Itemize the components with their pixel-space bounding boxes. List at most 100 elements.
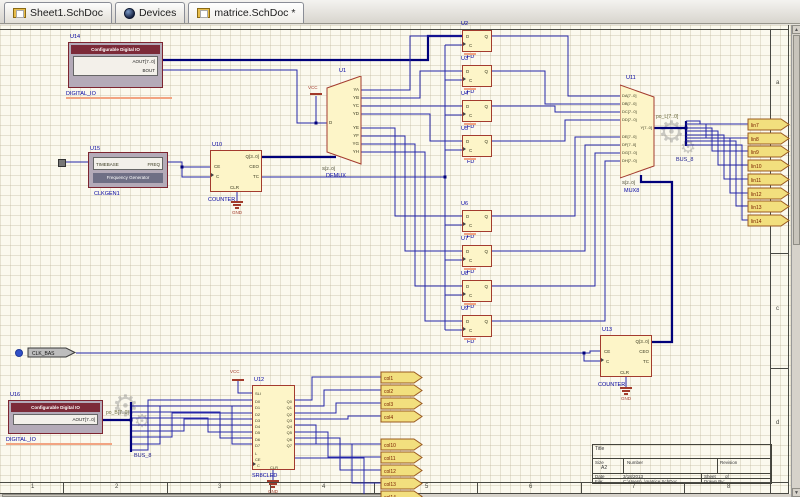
component-body[interactable]: DQC xyxy=(462,30,492,52)
component-digital-io-top[interactable]: U14 Configurable Digital IO AOUT[7..0] B… xyxy=(66,34,178,100)
pin-label: Q xyxy=(484,139,488,144)
port-col11[interactable]: col11 xyxy=(381,452,425,463)
component-body[interactable]: SLI D0 D1 D2 D3 D4 D5 D6 D7 L CE C Q0 Q1… xyxy=(252,385,295,470)
port-col13[interactable]: col13 xyxy=(381,478,425,489)
no-erc-marker[interactable] xyxy=(15,349,23,357)
bus-wire[interactable] xyxy=(163,36,462,60)
component-flipflop[interactable]: U5DQCFD xyxy=(462,126,502,164)
pin-label: Q3 xyxy=(287,418,292,423)
port-clk-bas[interactable]: CLK_BAS xyxy=(28,348,76,357)
pin-label: D4 xyxy=(255,424,260,429)
net-label-mux-out[interactable]: po_L[7..0] xyxy=(656,114,678,120)
pin-label: Q5 xyxy=(287,430,292,435)
component-frequency-generator[interactable]: U15 TIMEBASE FREQ Frequency Generator CL… xyxy=(86,146,186,198)
net-wire[interactable] xyxy=(492,153,620,286)
vcc-power-port[interactable]: VCC xyxy=(230,369,246,381)
net-wire[interactable] xyxy=(492,137,620,216)
component-flipflop[interactable]: U7DQCFD xyxy=(462,236,502,274)
component-body[interactable]: TIMEBASE FREQ Frequency Generator xyxy=(88,152,168,188)
pin-label: Q xyxy=(484,214,488,219)
component-digital-io-bottom[interactable]: U16 Configurable Digital IO AOUT[7..0] D… xyxy=(6,392,118,454)
net-wire[interactable] xyxy=(492,145,620,251)
component-body[interactable]: DQC xyxy=(462,210,492,232)
net-wire[interactable] xyxy=(182,167,210,177)
designator: U1 xyxy=(339,68,346,74)
port-lin7[interactable]: lin7 xyxy=(748,119,792,130)
net-wire[interactable] xyxy=(163,70,327,123)
port-col3[interactable]: col3 xyxy=(381,398,425,409)
designator: U13 xyxy=(602,327,612,333)
port-lin13[interactable]: lin13 xyxy=(748,201,792,212)
pin-label: Q6 xyxy=(287,437,292,442)
component-flipflop[interactable]: U2DQCFD xyxy=(462,21,502,59)
port-col4[interactable]: col4 xyxy=(381,411,425,422)
component-flipflop[interactable]: U8DQCFD xyxy=(462,271,502,309)
component-body[interactable]: DQC xyxy=(462,135,492,157)
port-label: lin12 xyxy=(751,192,762,198)
port-col12[interactable]: col12 xyxy=(381,465,425,476)
net-wire[interactable] xyxy=(492,71,620,104)
port-label: col4 xyxy=(384,415,393,421)
vertical-scrollbar[interactable]: ▲ ▼ xyxy=(791,25,800,497)
net-wire[interactable] xyxy=(76,351,600,353)
component-flipflop[interactable]: U6DQCFD xyxy=(462,201,502,239)
clock-pin-marker xyxy=(463,292,466,296)
net-wire[interactable] xyxy=(686,145,748,220)
bus-label[interactable]: BUS_8 xyxy=(134,453,151,459)
vcc-power-port[interactable]: VCC xyxy=(308,85,324,97)
scroll-down-button[interactable]: ▼ xyxy=(792,488,800,497)
wire-stub-terminal[interactable] xyxy=(58,159,66,167)
designator: U5 xyxy=(461,126,468,132)
port-col1[interactable]: col1 xyxy=(381,372,425,383)
component-flipflop[interactable]: U9DQCFD xyxy=(462,306,502,344)
vertical-scrollbar-thumb[interactable] xyxy=(793,35,800,245)
component-body[interactable]: CE C Q[3..0] CEO TC CLR xyxy=(600,335,652,377)
component-body[interactable]: Configurable Digital IO AOUT[7..0] BOUT xyxy=(68,42,163,88)
bus-wire[interactable] xyxy=(641,175,672,342)
port-col10[interactable]: col10 xyxy=(381,439,425,450)
component-body[interactable]: DQC xyxy=(462,100,492,122)
net-wire[interactable] xyxy=(492,161,620,321)
bus-label[interactable]: BUS_8 xyxy=(676,157,693,163)
pin-label: D6 xyxy=(255,437,260,442)
component-body[interactable]: CE C Q[3..0] CEO TC CLR xyxy=(210,150,262,192)
pin-label: C xyxy=(469,328,472,333)
net-wire[interactable] xyxy=(686,131,748,165)
component-body[interactable]: Configurable Digital IO AOUT[7..0] xyxy=(8,400,103,434)
component-demux[interactable]: U1 D YA YB YC YD YE YF YG YH S[2..0] DEM… xyxy=(325,74,385,182)
component-body[interactable]: DQC xyxy=(462,315,492,337)
port-col14[interactable]: col14 xyxy=(381,491,425,497)
net-wire[interactable] xyxy=(686,135,748,179)
port-lin14[interactable]: lin14 xyxy=(748,215,792,226)
title-block: Title Size A2 Number Revision Date 3/18/… xyxy=(592,444,772,484)
gnd-power-port[interactable]: GND xyxy=(619,387,635,403)
designator: U12 xyxy=(254,377,264,383)
pin-label: SLI xyxy=(255,391,261,396)
port-label: col11 xyxy=(384,456,396,462)
designator: U14 xyxy=(70,34,80,40)
component-flipflop[interactable]: U3DQCFD xyxy=(462,56,502,94)
component-body[interactable]: DQC xyxy=(462,65,492,87)
port-lin10[interactable]: lin10 xyxy=(748,160,792,171)
pin-label: Q2 xyxy=(287,412,292,417)
port-label: col1 xyxy=(384,376,393,382)
component-body[interactable]: DQC xyxy=(462,280,492,302)
designator: U11 xyxy=(626,75,636,81)
port-col2[interactable]: col2 xyxy=(381,385,425,396)
port-lin12[interactable]: lin12 xyxy=(748,188,792,199)
component-body[interactable]: DQC xyxy=(462,245,492,267)
net-wire[interactable] xyxy=(492,106,620,112)
gnd-power-port[interactable]: GND xyxy=(230,201,246,217)
component-flipflop[interactable]: U4DQCFD xyxy=(462,91,502,129)
port-lin11[interactable]: lin11 xyxy=(748,174,792,185)
component-shift-register[interactable]: U12 SLI D0 D1 D2 D3 D4 D5 D6 D7 L CE C Q… xyxy=(250,377,310,497)
port-lin9[interactable]: lin9 xyxy=(748,146,792,157)
scroll-up-button[interactable]: ▲ xyxy=(792,25,800,34)
component-mux[interactable]: U11 DA[7..0] DB[7..0] DC[7..0] DD[7..0] … xyxy=(618,83,688,199)
net-label-dio-out[interactable]: po_B[7..0] xyxy=(106,410,129,416)
pin-label: CLR xyxy=(270,465,278,470)
net-wire[interactable] xyxy=(492,36,620,96)
port-lin8[interactable]: lin8 xyxy=(748,133,792,144)
titleblock-file-value: C:\Users\..\matrice.SchDoc xyxy=(623,479,677,484)
net-wire[interactable] xyxy=(492,120,620,141)
